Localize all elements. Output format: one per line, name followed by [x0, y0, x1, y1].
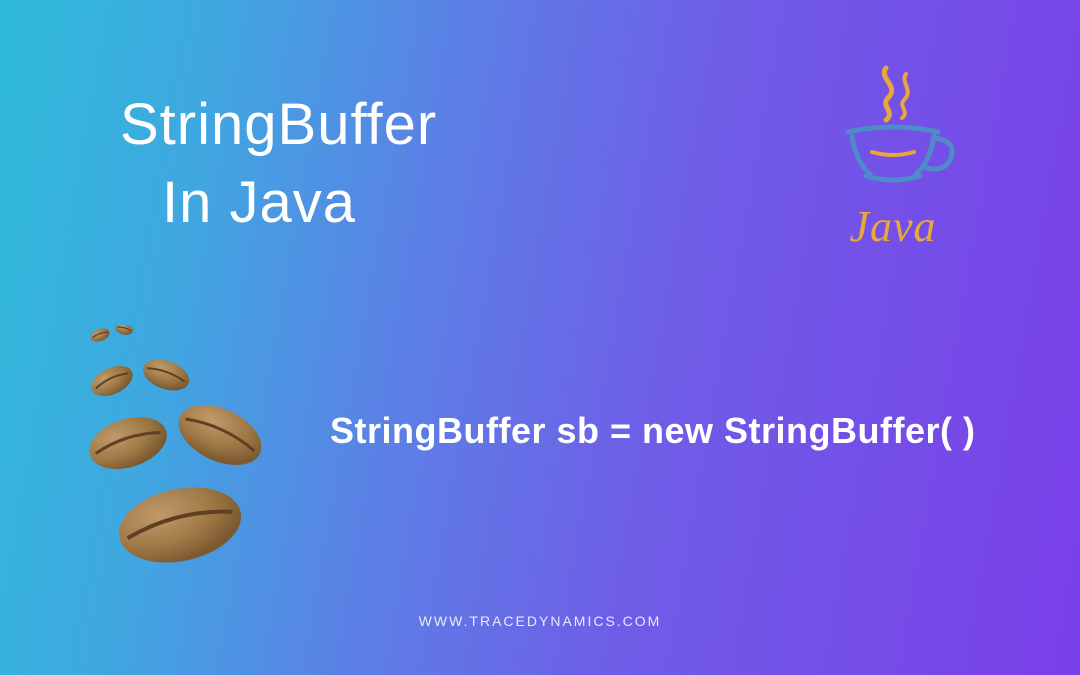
page-title: StringBuffer In Java	[120, 86, 437, 243]
title-line-2: In Java	[120, 164, 437, 242]
java-cup-icon	[818, 62, 968, 192]
java-logo-text: Java	[818, 201, 968, 252]
java-logo: Java	[818, 62, 968, 242]
coffee-beans-icon	[70, 325, 330, 575]
footer-url: WWW.TRACEDYNAMICS.COM	[419, 613, 662, 629]
title-line-1: StringBuffer	[120, 86, 437, 164]
code-snippet: StringBuffer sb = new StringBuffer( )	[330, 410, 976, 452]
